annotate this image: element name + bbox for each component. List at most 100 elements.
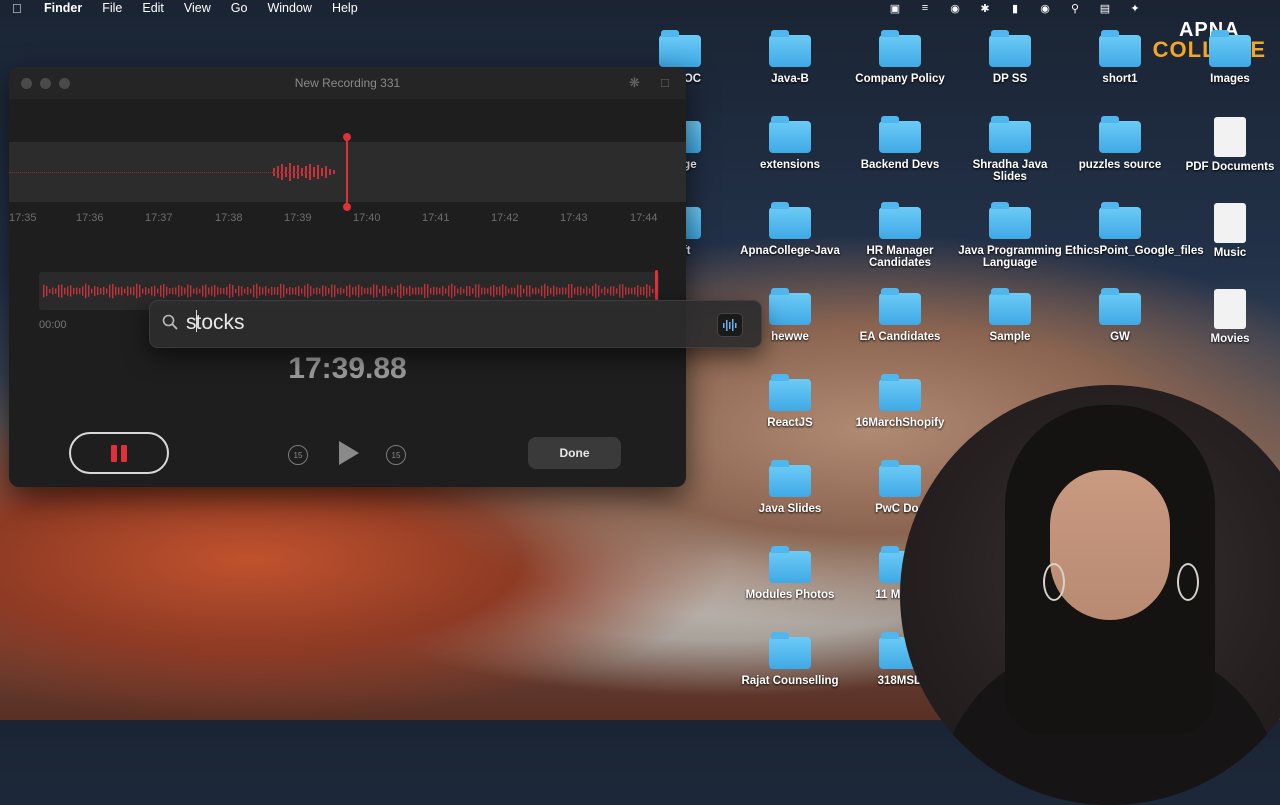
desktop-item[interactable]: HR Manager Candidates: [845, 202, 955, 269]
control-center-icon[interactable]: ▤: [1098, 2, 1112, 15]
menu-file[interactable]: File: [102, 1, 122, 15]
record-stop-icon[interactable]: ▣: [888, 2, 902, 15]
desktop-item[interactable]: Company Policy: [845, 30, 955, 85]
desktop-item-label: ReactJS: [767, 417, 813, 429]
tick-label: 17:40: [353, 212, 381, 224]
spotlight-search-bar[interactable]: stocks: [149, 300, 762, 348]
apple-menu-icon[interactable]: : [12, 1, 26, 16]
tick-label: 17:35: [9, 212, 37, 224]
desktop-item-label: Movies: [1210, 333, 1250, 345]
folder-icon: [879, 288, 921, 325]
folder-icon: [879, 30, 921, 67]
battery-icon[interactable]: ▮: [1008, 2, 1022, 15]
tick-label: 17:39: [284, 212, 312, 224]
play-button[interactable]: [339, 441, 359, 465]
desktop-item[interactable]: EA Candidates: [845, 288, 955, 343]
desktop-item[interactable]: Java Slides: [735, 460, 845, 515]
desktop-item[interactable]: ApnaCollege-Java: [735, 202, 845, 257]
done-button[interactable]: Done: [528, 437, 621, 469]
folder-icon: [769, 546, 811, 583]
desktop-item-label: Java Programming Language: [958, 245, 1062, 269]
clipboard-icon[interactable]: ≡: [918, 2, 932, 14]
desktop-item-label: puzzles source: [1078, 159, 1162, 171]
desktop-item[interactable]: Movies: [1175, 289, 1280, 345]
desktop-item[interactable]: Modules Photos: [735, 546, 845, 601]
user-icon[interactable]: ◉: [1038, 2, 1052, 15]
bluetooth-icon[interactable]: ✱: [978, 2, 992, 15]
folder-icon: [879, 460, 921, 497]
menu-edit[interactable]: Edit: [142, 1, 164, 15]
menu-help[interactable]: Help: [332, 1, 358, 15]
overview-playhead[interactable]: [655, 270, 658, 300]
folder-icon: [989, 202, 1031, 239]
desktop-item[interactable]: extensions: [735, 116, 845, 171]
desktop-item[interactable]: Backend Devs: [845, 116, 955, 171]
playhead[interactable]: [343, 133, 351, 211]
pause-button[interactable]: [69, 432, 169, 474]
recording-title: New Recording 331: [294, 76, 401, 90]
folder-icon: [769, 632, 811, 669]
desktop-item[interactable]: ReactJS: [735, 374, 845, 429]
desktop-item-label: Shradha Java Slides: [972, 159, 1048, 183]
desktop-item[interactable]: 16MarchShopify: [845, 374, 955, 429]
desktop-item[interactable]: PDF Documents: [1175, 117, 1280, 173]
menu-app-name[interactable]: Finder: [44, 1, 82, 15]
desktop-item-label: PDF Documents: [1185, 161, 1275, 173]
folder-icon: [989, 288, 1031, 325]
desktop-item-label: ApnaCollege-Java: [740, 245, 840, 257]
menu-view[interactable]: View: [184, 1, 211, 15]
folder-icon: [1099, 202, 1141, 239]
folder-icon: [769, 374, 811, 411]
desktop-item[interactable]: EthicsPoint_Google_files: [1065, 202, 1204, 257]
desktop-item[interactable]: Rajat Counselling: [735, 632, 845, 687]
folder-icon: [769, 202, 811, 239]
skip-forward-button[interactable]: 15: [386, 445, 406, 465]
menu-bar:  Finder File Edit View Go Window Help ▣…: [0, 0, 1280, 16]
siri-icon[interactable]: ✦: [1128, 2, 1142, 15]
desktop-item[interactable]: short1: [1065, 30, 1175, 85]
desktop-item-label: Rajat Counselling: [741, 675, 839, 687]
pause-icon: [111, 444, 127, 462]
desktop-item[interactable]: DP SS: [955, 30, 1065, 85]
desktop-item[interactable]: Sample: [955, 288, 1065, 343]
desktop-item-label: Modules Photos: [745, 589, 835, 601]
desktop-item[interactable]: GW: [1065, 288, 1175, 343]
tick-label: 17:38: [215, 212, 243, 224]
trim-icon[interactable]: □: [661, 75, 669, 90]
desktop-item[interactable]: Music: [1175, 203, 1280, 259]
tick-label: 17:43: [560, 212, 588, 224]
silence-line: [9, 172, 309, 173]
earring: [1177, 563, 1199, 601]
folder-icon: [769, 288, 811, 325]
skip-back-button[interactable]: 15: [288, 445, 308, 465]
desktop-item[interactable]: Shradha Java Slides: [955, 116, 1065, 183]
folder-icon: [769, 460, 811, 497]
search-icon[interactable]: ⚲: [1068, 2, 1082, 15]
desktop-item[interactable]: puzzles source: [1065, 116, 1175, 171]
voice-memos-app-icon: [717, 313, 743, 337]
window-titlebar[interactable]: New Recording 331 ❋ □: [9, 67, 686, 99]
folder-icon: [1209, 30, 1251, 67]
desktop-item[interactable]: Java-B: [735, 30, 845, 85]
tick-label: 17:44: [630, 212, 658, 224]
globe-icon[interactable]: ◉: [948, 2, 962, 15]
folder-icon: [1099, 288, 1141, 325]
desktop-item-label: short1: [1102, 73, 1138, 85]
desktop-item[interactable]: Java Programming Language: [955, 202, 1065, 269]
desktop-item-label: GW: [1110, 331, 1130, 343]
spotlight-input[interactable]: stocks: [186, 310, 245, 335]
desktop-item-label: Music: [1213, 247, 1247, 259]
tick-label: 17:41: [422, 212, 450, 224]
overview-start-time: 00:00: [39, 319, 67, 331]
desktop-item[interactable]: Images: [1175, 30, 1280, 85]
desktop-item-label: EA Candidates: [859, 331, 941, 343]
menu-window[interactable]: Window: [267, 1, 311, 15]
enhance-icon[interactable]: ❋: [629, 75, 640, 91]
voice-memos-window[interactable]: New Recording 331 ❋ □ 17:35 17:36 17:37 …: [9, 67, 686, 487]
tick-label: 17:42: [491, 212, 519, 224]
desktop-item-label: Sample: [989, 331, 1031, 343]
tick-label: 17:37: [145, 212, 173, 224]
desktop-item-label: Images: [1210, 73, 1250, 85]
menu-go[interactable]: Go: [231, 1, 248, 15]
folder-icon: [879, 116, 921, 153]
